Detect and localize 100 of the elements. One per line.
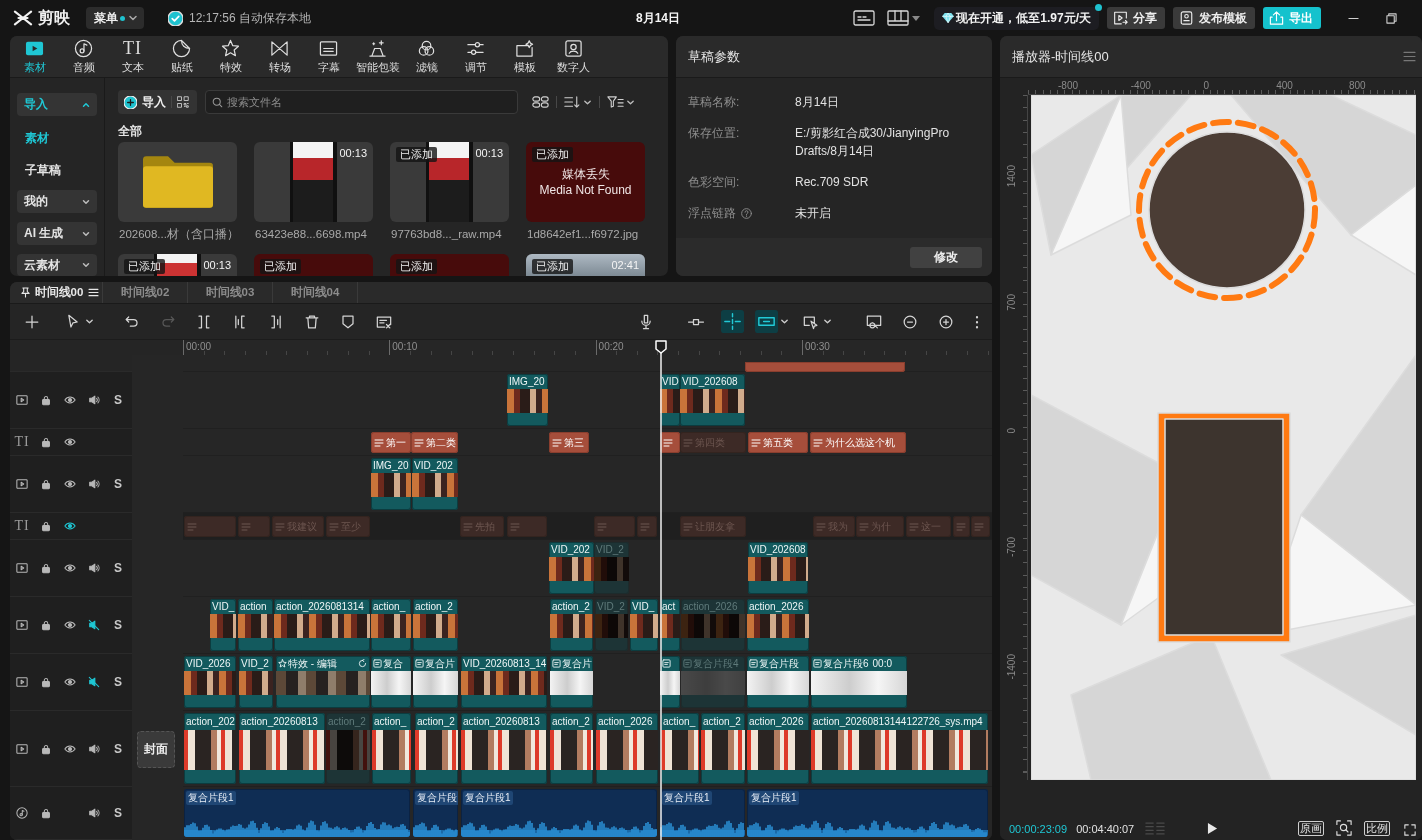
menu-button[interactable]: 菜单	[86, 7, 144, 29]
text-clip[interactable]: 第五类	[748, 432, 808, 453]
zoom-frame-icon[interactable]	[1336, 820, 1353, 836]
video-clip[interactable]: action_	[371, 599, 411, 651]
solo-button[interactable]: S	[114, 393, 122, 407]
help-icon[interactable]	[741, 207, 752, 219]
audio-clip[interactable]: 复合片段1	[660, 789, 745, 837]
audio-clip[interactable]: 复合片段1	[184, 789, 410, 837]
caret-icon[interactable]	[912, 15, 921, 21]
snap-icon[interactable]	[720, 310, 744, 333]
eye-icon[interactable]	[64, 619, 76, 631]
sidebar-group[interactable]: 云素材	[17, 254, 97, 276]
media-tile[interactable]	[118, 142, 237, 222]
media-tab[interactable]: TI 文本	[108, 36, 157, 77]
timeline-tab[interactable]: 时间线00	[18, 282, 103, 303]
media-tile[interactable]: 已添加	[390, 254, 509, 276]
video-clip[interactable]: IMG_20	[507, 374, 548, 426]
publish-button[interactable]: 发布模板	[1173, 7, 1255, 29]
solo-button[interactable]: S	[114, 806, 122, 820]
video-clip[interactable]: action	[238, 599, 273, 651]
video-clip[interactable]: action_2	[701, 713, 745, 784]
video-clip[interactable]: action_2026	[596, 713, 658, 784]
lock-icon[interactable]	[40, 478, 52, 490]
compound-clip[interactable]: 复合片	[550, 656, 593, 708]
lock-icon[interactable]	[40, 562, 52, 574]
text-clip[interactable]: 第三	[549, 432, 589, 453]
cover-button[interactable]: 封面	[137, 730, 175, 768]
sidebar-item[interactable]: 子草稿	[17, 154, 104, 186]
muted-speaker-icon[interactable]	[88, 619, 100, 631]
caret-icon[interactable]	[822, 317, 832, 326]
sidebar-item[interactable]: 素材	[17, 122, 104, 154]
video-clip[interactable]: action_	[372, 713, 411, 784]
text-clip[interactable]: 第二类	[411, 432, 458, 453]
filter-icon[interactable]	[607, 95, 624, 109]
video-clip[interactable]: action_2	[413, 599, 458, 651]
speaker-icon[interactable]	[88, 807, 100, 819]
video-clip[interactable]: action_20260813	[239, 713, 325, 784]
media-tile[interactable]: 已添加 媒体丢失 Media Not Found	[526, 142, 645, 222]
qr-code-icon[interactable]	[177, 96, 189, 108]
video-clip[interactable]: action_20260813144122726_sys.mp4	[811, 713, 988, 784]
solo-button[interactable]: S	[114, 561, 122, 575]
edit-button[interactable]: 修改	[910, 246, 982, 268]
timeline-tab[interactable]: 时间线03	[188, 282, 273, 303]
compound-clip[interactable]: 复合	[371, 656, 411, 708]
media-tab[interactable]: 模板	[500, 36, 549, 77]
aspect-ratio-button[interactable]: 比例	[1364, 821, 1391, 836]
search-field[interactable]: 搜索文件名	[205, 90, 518, 114]
chain-box-icon[interactable]	[755, 310, 778, 333]
sidebar-group[interactable]: 导入	[17, 93, 97, 116]
eye-icon[interactable]	[64, 520, 76, 532]
media-tab[interactable]: 音频	[59, 36, 108, 77]
text-clip[interactable]: 为什么选这个机	[810, 432, 906, 453]
video-clip[interactable]: action_20260813	[461, 713, 547, 784]
import-button[interactable]: 导入	[124, 93, 166, 111]
eye-icon[interactable]	[64, 436, 76, 448]
solo-button[interactable]: S	[114, 675, 122, 689]
lock-icon[interactable]	[40, 742, 52, 755]
video-clip[interactable]: action_	[661, 713, 699, 784]
media-tab[interactable]: 智能包装	[353, 36, 402, 77]
media-tab[interactable]: 贴纸	[157, 36, 206, 77]
media-tab[interactable]: 滤镜	[402, 36, 451, 77]
video-clip[interactable]: action_2026081314	[274, 599, 370, 651]
solo-button[interactable]: S	[114, 741, 122, 756]
pin-icon[interactable]	[20, 287, 30, 298]
video-clip[interactable]: action_2	[415, 713, 458, 784]
solo-button[interactable]: S	[114, 477, 122, 491]
speaker-icon[interactable]	[88, 394, 100, 406]
subtitle-icon[interactable]	[853, 10, 876, 26]
eye-icon[interactable]	[64, 478, 76, 490]
video-clip[interactable]: VID	[660, 374, 680, 426]
compound-clip[interactable]	[660, 656, 680, 708]
sidebar-group[interactable]: AI 生成	[17, 222, 97, 245]
timeline-tab[interactable]: 时间线04	[273, 282, 358, 303]
muted-speaker-icon[interactable]	[88, 676, 100, 688]
text-clip[interactable]	[745, 362, 905, 372]
speaker-icon[interactable]	[88, 562, 100, 574]
audio-clip[interactable]: 复合片段1	[461, 789, 657, 837]
share-button[interactable]: 分享	[1107, 7, 1165, 29]
grid-view-icon[interactable]	[532, 95, 549, 109]
video-clip[interactable]: act	[660, 599, 680, 651]
video-clip[interactable]: VID_2	[239, 656, 273, 708]
restore-icon[interactable]	[1386, 12, 1397, 24]
effect-clip[interactable]: 特效 - 编辑	[276, 656, 370, 708]
lock-icon[interactable]	[40, 807, 52, 819]
media-tab[interactable]: 转场	[255, 36, 304, 77]
video-clip[interactable]: VID_202608	[748, 542, 808, 594]
video-clip[interactable]: action_2	[550, 713, 593, 784]
video-clip[interactable]: VID_	[630, 599, 658, 651]
media-tile[interactable]: 已添加 02:41	[526, 254, 645, 276]
time-ruler[interactable]: 00:00 00:10 00:20 00:30	[183, 340, 992, 355]
caret-icon[interactable]	[84, 317, 94, 326]
lock-icon[interactable]	[40, 676, 52, 688]
speaker-icon[interactable]	[88, 478, 100, 490]
speaker-icon[interactable]	[88, 742, 100, 755]
solo-button[interactable]: S	[114, 618, 122, 632]
video-clip[interactable]: action_202	[184, 713, 236, 784]
audio-clip[interactable]: 复合片段	[413, 789, 458, 837]
video-clip[interactable]: VID_202608	[680, 374, 745, 426]
video-clip[interactable]: action_2	[550, 599, 593, 651]
media-tile[interactable]: 00:13	[254, 142, 373, 222]
